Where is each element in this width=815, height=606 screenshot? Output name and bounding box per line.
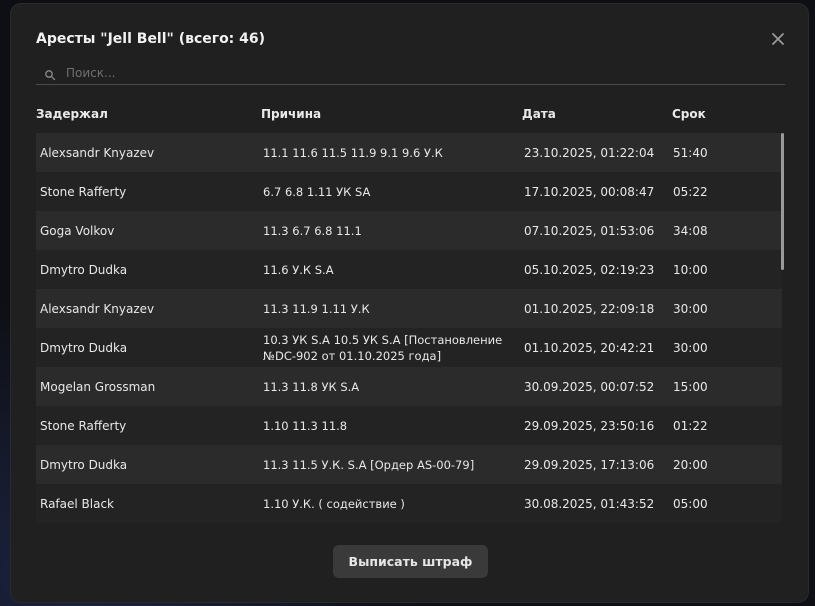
cell-detainer: Dmytro Dudka xyxy=(40,262,128,277)
table-row[interactable]: Goga Volkov 11.3 6.7 6.8 11.1 07.10.2025… xyxy=(36,211,782,250)
cell-date: 05.10.2025, 02:19:23 xyxy=(524,262,655,277)
table-row[interactable]: Alexsandr Knyazev 11.3 11.9 1.11 У.К 01.… xyxy=(36,289,782,328)
search-icon xyxy=(44,66,56,81)
cell-date: 23.10.2025, 01:22:04 xyxy=(524,145,655,160)
cell-reason: 1.10 11.3 11.8 xyxy=(263,418,348,433)
cell-detainer: Alexsandr Knyazev xyxy=(40,145,155,160)
column-header-reason[interactable]: Причина xyxy=(261,107,321,121)
cell-detainer: Stone Rafferty xyxy=(40,184,127,199)
column-header-term[interactable]: Срок xyxy=(672,107,706,121)
cell-date: 17.10.2025, 00:08:47 xyxy=(524,184,655,199)
cell-date: 30.08.2025, 01:43:52 xyxy=(524,496,655,511)
cell-reason: 11.1 11.6 11.5 11.9 9.1 9.6 У.К xyxy=(263,145,443,160)
modal-title: Аресты "Jell Bell" (всего: 46) xyxy=(36,31,266,47)
cell-reason: 11.6 У.К S.A xyxy=(263,262,334,277)
cell-detainer: Dmytro Dudka xyxy=(40,340,128,355)
cell-detainer: Mogelan Grossman xyxy=(40,379,156,394)
cell-date: 29.09.2025, 23:50:16 xyxy=(524,418,655,433)
table-row[interactable]: Stone Rafferty 1.10 11.3 11.8 29.09.2025… xyxy=(36,406,782,445)
cell-date: 01.10.2025, 22:09:18 xyxy=(524,301,655,316)
arrests-table-body: Alexsandr Knyazev 11.1 11.6 11.5 11.9 9.… xyxy=(36,133,782,523)
cell-reason: 11.3 11.8 УК S.A xyxy=(263,379,360,394)
cell-reason: 6.7 6.8 1.11 УК SA xyxy=(263,184,371,199)
column-header-date[interactable]: Дата xyxy=(522,107,556,121)
arrests-modal: Аресты "Jell Bell" (всего: 46) Задержал … xyxy=(11,4,808,602)
cell-reason: 11.3 6.7 6.8 11.1 xyxy=(263,223,362,238)
cell-date: 07.10.2025, 01:53:06 xyxy=(524,223,655,238)
cell-term: 10:00 xyxy=(673,262,708,277)
table-row[interactable]: Rafael Black 1.10 У.К. ( содействие ) 30… xyxy=(36,484,782,523)
cell-date: 01.10.2025, 20:42:21 xyxy=(524,340,655,355)
cell-reason: 11.3 11.5 У.К. S.A [Ордер AS-00-79] xyxy=(263,457,475,472)
cell-reason: 1.10 У.К. ( содействие ) xyxy=(263,496,405,511)
cell-reason: 10.3 УК S.A 10.5 УК S.A [Постановление №… xyxy=(263,332,503,363)
cell-detainer: Goga Volkov xyxy=(40,223,115,238)
table-row[interactable]: Dmytro Dudka 11.6 У.К S.A 05.10.2025, 02… xyxy=(36,250,782,289)
table-header: Задержал Причина Дата Срок xyxy=(36,104,785,124)
cell-detainer: Alexsandr Knyazev xyxy=(40,301,155,316)
cell-term: 30:00 xyxy=(673,340,708,355)
cell-term: 05:00 xyxy=(673,496,708,511)
cell-detainer: Dmytro Dudka xyxy=(40,457,128,472)
table-row[interactable]: Mogelan Grossman 11.3 11.8 УК S.A 30.09.… xyxy=(36,367,782,406)
table-row[interactable]: Stone Rafferty 6.7 6.8 1.11 УК SA 17.10.… xyxy=(36,172,782,211)
table-row[interactable]: Alexsandr Knyazev 11.1 11.6 11.5 11.9 9.… xyxy=(36,133,782,172)
cell-term: 34:08 xyxy=(673,223,708,238)
cell-reason: 11.3 11.9 1.11 У.К xyxy=(263,301,370,316)
cell-date: 30.09.2025, 00:07:52 xyxy=(524,379,655,394)
cell-date: 29.09.2025, 17:13:06 xyxy=(524,457,655,472)
table-row[interactable]: Dmytro Dudka 10.3 УК S.A 10.5 УК S.A [По… xyxy=(36,328,782,367)
table-scrollbar[interactable] xyxy=(781,133,785,523)
table-row[interactable]: Dmytro Dudka 11.3 11.5 У.К. S.A [Ордер A… xyxy=(36,445,782,484)
issue-fine-button[interactable]: Выписать штраф xyxy=(333,545,488,578)
cell-term: 30:00 xyxy=(673,301,708,316)
close-icon[interactable] xyxy=(769,30,787,48)
cell-term: 51:40 xyxy=(673,145,708,160)
cell-term: 05:22 xyxy=(673,184,708,199)
cell-detainer: Rafael Black xyxy=(40,496,115,511)
cell-term: 01:22 xyxy=(673,418,708,433)
cell-term: 20:00 xyxy=(673,457,708,472)
search-input[interactable] xyxy=(64,62,768,84)
scrollbar-thumb[interactable] xyxy=(781,133,784,270)
search-bar xyxy=(36,60,785,85)
cell-term: 15:00 xyxy=(673,379,708,394)
column-header-detainer[interactable]: Задержал xyxy=(36,107,108,121)
cell-detainer: Stone Rafferty xyxy=(40,418,127,433)
